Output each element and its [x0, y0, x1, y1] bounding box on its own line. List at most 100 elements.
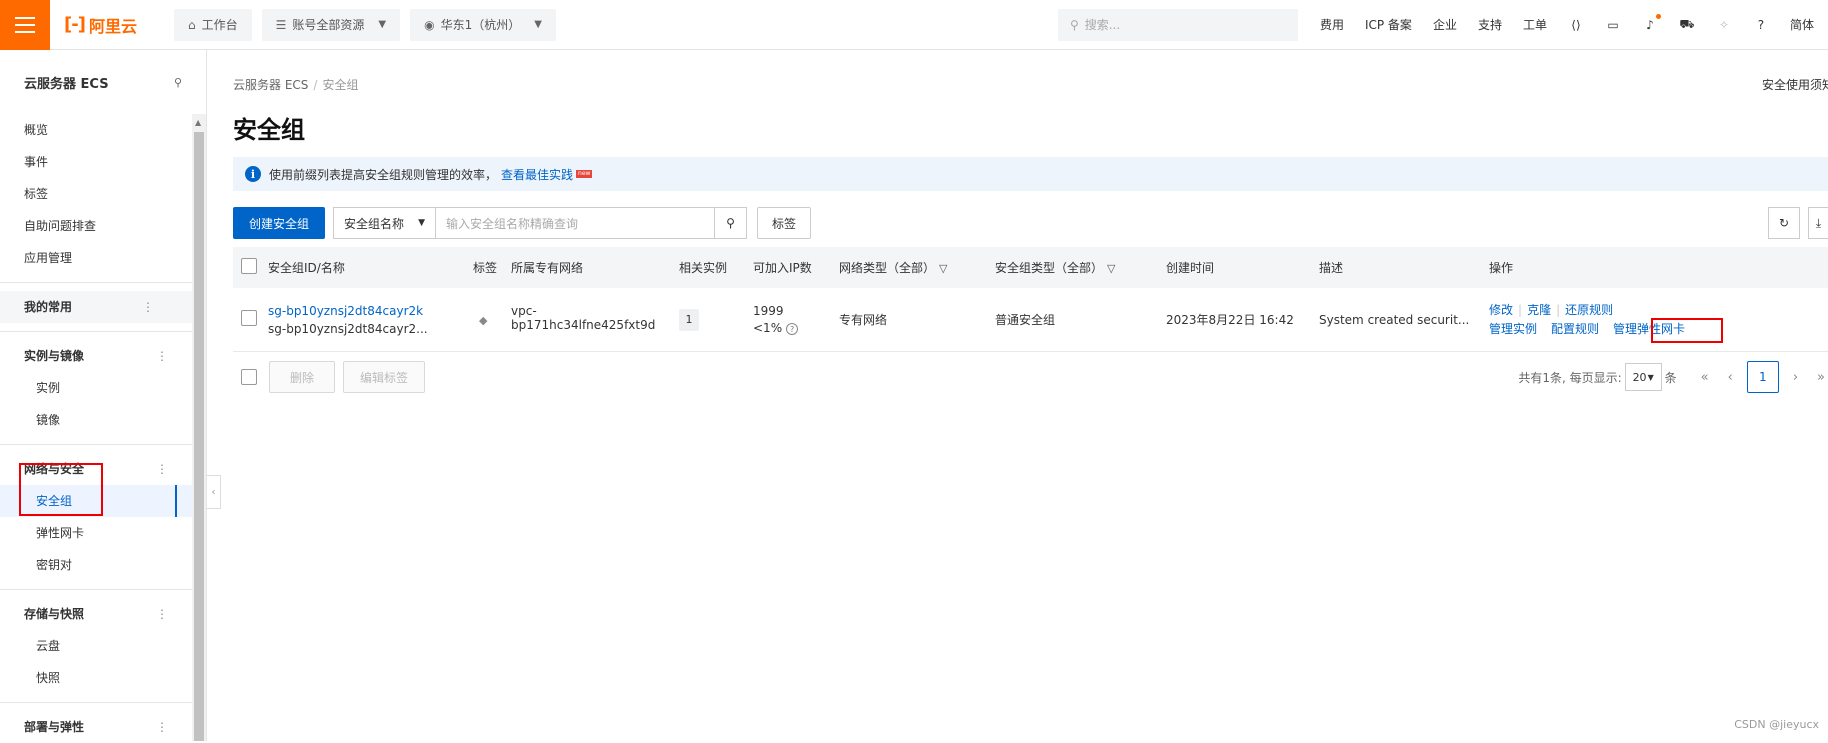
sidebar-search-icon[interactable]: ⚲ [174, 76, 182, 89]
column-header-actions: 操作 [1489, 259, 1609, 276]
prev-page-icon[interactable]: ‹ [1728, 370, 1733, 385]
sidebar-item-overview[interactable]: 概览 [0, 114, 206, 146]
manage-instances-link[interactable]: 管理实例 [1489, 322, 1537, 336]
create-security-group-button[interactable]: 创建安全组 [233, 207, 325, 239]
column-header-sg-type[interactable]: 安全组类型（全部）▽ [995, 259, 1166, 276]
security-group-search-input[interactable]: 输入安全组名称精确查询 [436, 207, 715, 239]
more-icon[interactable]: ⋮ [142, 291, 154, 323]
sidebar-item-troubleshoot[interactable]: 自助问题排查 [0, 210, 206, 242]
sidebar-item-events[interactable]: 事件 [0, 146, 206, 178]
language-switch[interactable]: 简体 [1790, 16, 1814, 33]
sidebar-item-disk[interactable]: 云盘 [0, 630, 206, 662]
column-header-instances: 相关实例 [679, 259, 753, 276]
more-icon[interactable]: ⋮ [156, 711, 168, 743]
divider [0, 282, 192, 283]
configure-rules-link[interactable]: 配置规则 [1551, 322, 1599, 336]
workbench-button[interactable]: ⌂ 工作台 [174, 9, 252, 41]
ip-percent: <1% [753, 321, 782, 335]
more-icon[interactable]: ⋮ [156, 598, 168, 630]
hamburger-menu-button[interactable] [0, 0, 50, 50]
chevron-down-icon: ▼ [534, 19, 542, 30]
support-link[interactable]: 支持 [1478, 16, 1502, 33]
first-page-icon[interactable]: « [1701, 370, 1709, 385]
page-size-value: 20 [1633, 371, 1647, 384]
terminal-icon[interactable]: ▭ [1605, 17, 1621, 33]
aliyun-logo-mark-icon: [-] [64, 14, 85, 35]
next-page-icon[interactable]: › [1793, 370, 1798, 385]
scroll-up-icon[interactable]: ▲ [195, 118, 201, 127]
column-header-ip-count: 可加入IP数 [753, 259, 839, 276]
sidebar-item-snapshot[interactable]: 快照 [0, 662, 206, 694]
divider [0, 331, 192, 332]
column-header-created: 创建时间 [1166, 259, 1319, 276]
enterprise-link[interactable]: 企业 [1433, 16, 1457, 33]
sidebar-item-app-manage[interactable]: 应用管理 [0, 242, 206, 274]
aliyun-logo[interactable]: [-] 阿里云 [64, 13, 164, 37]
more-icon[interactable]: ⋮ [156, 340, 168, 372]
breadcrumb-ecs[interactable]: 云服务器 ECS [233, 78, 308, 92]
select-all-checkbox[interactable] [241, 258, 257, 274]
sidebar-item-keypair[interactable]: 密钥对 [0, 549, 206, 581]
table-header: 安全组ID/名称 标签 所属专有网络 相关实例 可加入IP数 网络类型（全部）▽… [233, 247, 1828, 288]
group-label: 部署与弹性 [24, 711, 84, 743]
refresh-button[interactable]: ↻ [1768, 207, 1800, 239]
top-navigation-bar: [-] 阿里云 ⌂ 工作台 ☰ 账号全部资源 ▼ ◉ 华东1（杭州） ▼ ⚲ 搜… [0, 0, 1828, 50]
notice-text: 使用前缀列表提高安全组规则管理的效率， [269, 166, 497, 183]
tag-filter-button[interactable]: 标签 [757, 207, 811, 239]
pager-unit: 条 [1665, 369, 1677, 386]
security-group-id-link[interactable]: sg-bp10yznsj2dt84cayr2k [268, 302, 473, 320]
cart-icon[interactable]: ⛟ [1679, 17, 1695, 33]
related-instance-count[interactable]: 1 [679, 309, 699, 331]
global-search-input[interactable]: ⚲ 搜索... [1058, 9, 1298, 41]
edit-tags-button[interactable]: 编辑标签 [343, 361, 425, 393]
help-icon[interactable]: ? [786, 323, 798, 335]
scrollbar-thumb[interactable] [194, 132, 204, 741]
column-header-network-type[interactable]: 网络类型（全部）▽ [839, 259, 995, 276]
region-dropdown[interactable]: ◉ 华东1（杭州） ▼ [410, 9, 556, 41]
last-page-icon[interactable]: » [1817, 370, 1825, 385]
group-label: 我的常用 [24, 291, 72, 323]
tag-icon[interactable]: ◆ [479, 314, 487, 327]
sidebar-item-eni[interactable]: 弹性网卡 [0, 517, 206, 549]
best-practice-link[interactable]: 查看最佳实践 [501, 166, 573, 183]
divider [0, 702, 192, 703]
ticket-link[interactable]: 工单 [1523, 16, 1547, 33]
sidebar-item-images[interactable]: 镜像 [0, 404, 206, 436]
sidebar-group-my-common[interactable]: 我的常用 ⋮ [0, 291, 192, 323]
export-button[interactable]: ⤓ [1808, 207, 1828, 239]
modify-link[interactable]: 修改 [1489, 303, 1513, 317]
cloud-shell-icon[interactable]: ⟨⟩ [1568, 17, 1584, 33]
sidebar-group-storage-snapshot[interactable]: 存储与快照 ⋮ [0, 598, 206, 630]
row-checkbox[interactable] [241, 310, 257, 326]
billing-link[interactable]: 费用 [1320, 16, 1344, 33]
restore-rules-link[interactable]: 还原规则 [1565, 303, 1613, 317]
sidebar-group-instances-images[interactable]: 实例与镜像 ⋮ [0, 340, 206, 372]
lightbulb-icon[interactable]: ✧ [1716, 17, 1732, 33]
workbench-label: 工作台 [202, 16, 238, 33]
page-number-current[interactable]: 1 [1747, 361, 1779, 393]
resource-scope-dropdown[interactable]: ☰ 账号全部资源 ▼ [262, 9, 400, 41]
chevron-down-icon: ▼ [378, 19, 386, 30]
delete-button[interactable]: 删除 [269, 361, 335, 393]
resource-scope-label: 账号全部资源 [292, 16, 364, 33]
highlight-box-security-group [19, 463, 103, 516]
search-field-select[interactable]: 安全组名称 ▼ [333, 207, 436, 239]
bell-icon[interactable]: ♪ [1642, 17, 1658, 33]
filter-icon[interactable]: ▽ [1107, 262, 1115, 275]
icp-link[interactable]: ICP 备案 [1365, 16, 1412, 33]
more-icon[interactable]: ⋮ [156, 453, 168, 485]
clone-link[interactable]: 克隆 [1527, 303, 1551, 317]
main-content: 云服务器 ECS/安全组 安全使用须知 安全组 i 使用前缀列表提高安全组规则管… [207, 50, 1828, 741]
footer-select-all-checkbox[interactable] [241, 369, 257, 385]
search-button[interactable]: ⚲ [715, 207, 747, 239]
sidebar-scrollbar[interactable]: ▲ [192, 114, 206, 741]
help-icon[interactable]: ? [1753, 17, 1769, 33]
sidebar-item-instances[interactable]: 实例 [0, 372, 206, 404]
sidebar-group-deploy-elastic[interactable]: 部署与弹性 ⋮ [0, 711, 206, 743]
filter-icon[interactable]: ▽ [939, 262, 947, 275]
security-notice-link[interactable]: 安全使用须知 [1762, 76, 1828, 93]
created-time: 2023年8月22日 16:42 [1166, 311, 1319, 328]
sidebar-item-tags[interactable]: 标签 [0, 178, 206, 210]
toolbar: 创建安全组 安全组名称 ▼ 输入安全组名称精确查询 ⚲ 标签 ↻ ⤓ [233, 207, 1828, 239]
page-size-select[interactable]: 20▼ [1625, 363, 1662, 391]
